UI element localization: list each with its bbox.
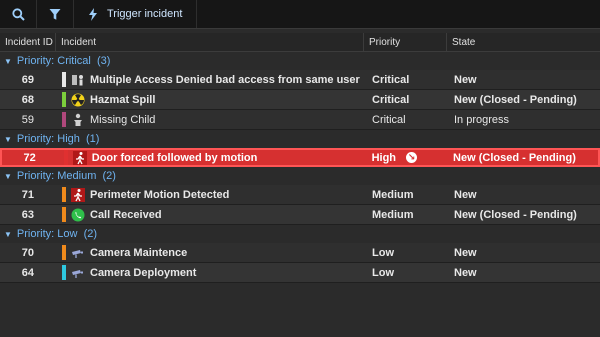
child-icon	[71, 113, 85, 127]
state-value: New (Closed - Pending)	[454, 208, 577, 221]
table-row[interactable]: 63 Call Received Medium New (Closed - Pe…	[0, 205, 600, 225]
table-row[interactable]: 69 Multiple Access Denied bad access fro…	[0, 70, 600, 90]
group-header-medium[interactable]: ▼ Priority: Medium (2)	[0, 167, 600, 185]
camera-icon	[71, 266, 85, 280]
incident-list: ▼ Priority: Critical (3) 69 Multiple Acc…	[0, 52, 600, 283]
access-denied-icon	[71, 73, 85, 87]
state-value: New	[454, 246, 477, 259]
category-color-swatch	[62, 265, 66, 280]
incident-id: 69	[21, 73, 34, 86]
incident-id: 70	[21, 246, 34, 259]
collapse-arrow-icon[interactable]: ▼	[4, 230, 12, 239]
collapse-arrow-icon[interactable]: ▼	[4, 57, 12, 66]
table-row-selected[interactable]: 72 Door forced followed by motion High ↘…	[0, 148, 600, 167]
state-value: New	[454, 188, 477, 201]
category-color-swatch	[62, 187, 66, 202]
table-row[interactable]: 71 Perimeter Motion Detected Medium New	[0, 185, 600, 205]
incident-id: 72	[23, 151, 36, 164]
category-color-swatch	[62, 112, 66, 127]
table-row[interactable]: 64 Camera Deployment Low New	[0, 263, 600, 283]
priority-value: Medium	[372, 208, 414, 221]
state-value: New	[454, 73, 477, 86]
collapse-arrow-icon[interactable]: ▼	[4, 135, 12, 144]
incident-title: Camera Deployment	[90, 266, 197, 279]
collapse-arrow-icon[interactable]: ▼	[4, 172, 12, 181]
column-header-priority[interactable]: Priority	[364, 33, 447, 51]
state-value: New	[454, 266, 477, 279]
column-header-incident[interactable]: Incident	[56, 33, 364, 51]
group-header-low[interactable]: ▼ Priority: Low (2)	[0, 225, 600, 243]
priority-value: Medium	[372, 188, 414, 201]
group-header-critical[interactable]: ▼ Priority: Critical (3)	[0, 52, 600, 70]
priority-value: Low	[372, 246, 394, 259]
camera-icon	[71, 246, 85, 260]
incident-id: 59	[21, 113, 34, 126]
filter-button[interactable]	[37, 0, 74, 28]
category-color-swatch	[62, 245, 66, 260]
trigger-incident-label: Trigger incident	[107, 8, 183, 20]
filter-icon	[48, 7, 62, 21]
table-row[interactable]: 59 Missing Child Critical In progress	[0, 110, 600, 130]
group-header-high[interactable]: ▼ Priority: High (1)	[0, 130, 600, 148]
search-icon	[11, 7, 25, 21]
state-value: New (Closed - Pending)	[454, 93, 577, 106]
incident-title: Camera Maintence	[90, 246, 188, 259]
table-row[interactable]: 68 Hazmat Spill Critical New (Closed - P…	[0, 90, 600, 110]
incident-title: Multiple Access Denied bad access from s…	[90, 73, 360, 86]
category-color-swatch	[63, 150, 68, 165]
table-row[interactable]: 70 Camera Maintence Low New	[0, 243, 600, 263]
state-value: In progress	[454, 113, 510, 126]
running-person-icon	[71, 187, 85, 202]
running-person-icon	[72, 150, 87, 165]
incident-title: Door forced followed by motion	[91, 151, 258, 164]
table-header: Incident ID Incident Priority State	[0, 33, 600, 52]
hazmat-icon	[71, 93, 85, 107]
incident-title: Missing Child	[90, 113, 156, 126]
category-color-swatch	[62, 207, 66, 222]
incident-id: 71	[21, 188, 34, 201]
incident-id: 68	[21, 93, 34, 106]
priority-value: Critical	[372, 113, 406, 126]
incident-id: 63	[21, 208, 34, 221]
priority-value: High	[371, 151, 397, 164]
priority-value: Critical	[372, 93, 410, 106]
incident-title: Hazmat Spill	[90, 93, 156, 106]
toolbar: Trigger incident	[0, 0, 600, 29]
state-value: New (Closed - Pending)	[453, 151, 576, 164]
column-header-state[interactable]: State	[447, 33, 600, 51]
column-header-id[interactable]: Incident ID	[0, 33, 56, 51]
category-color-swatch	[62, 92, 66, 107]
incident-title: Call Received	[90, 208, 162, 221]
lightning-icon	[86, 7, 100, 21]
incident-title: Perimeter Motion Detected	[90, 188, 230, 201]
escalation-arrow-icon: ↘	[406, 152, 418, 163]
priority-value: Low	[372, 266, 394, 279]
priority-value: Critical	[372, 73, 410, 86]
trigger-incident-button[interactable]: Trigger incident	[74, 0, 198, 28]
category-color-swatch	[62, 72, 66, 87]
phone-icon	[71, 208, 85, 222]
incident-id: 64	[21, 266, 34, 279]
search-button[interactable]	[0, 0, 37, 28]
